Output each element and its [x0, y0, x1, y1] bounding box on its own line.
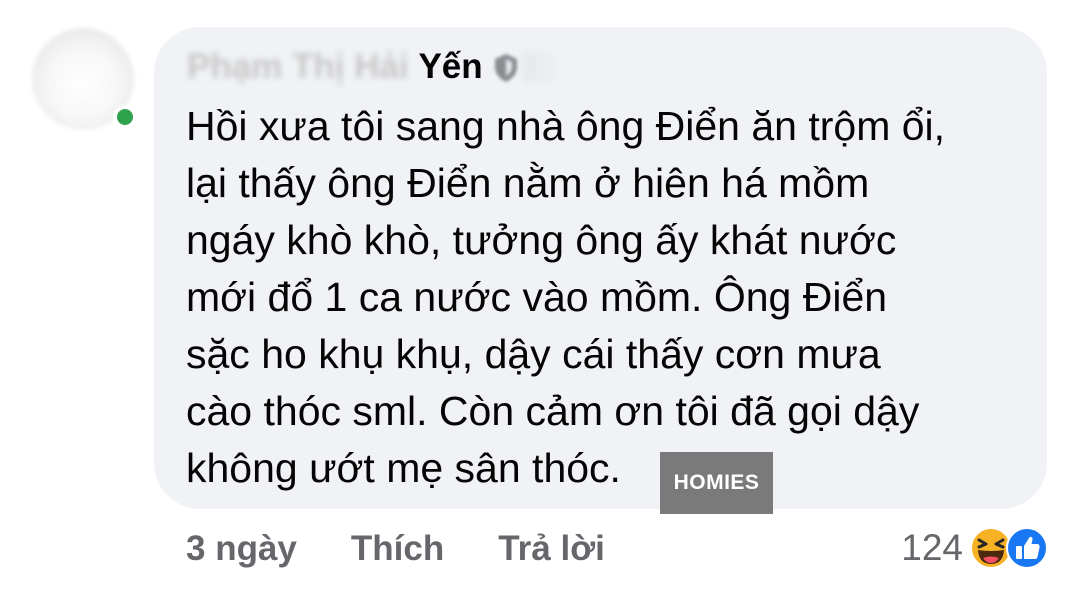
comment-line: cào thóc sml. Còn cảm ơn tôi đã gọi dậy — [186, 388, 920, 434]
comment-line: mới đổ 1 ca nước vào mồm. Ông Điển — [186, 274, 888, 320]
reaction-count: 124 — [901, 527, 963, 568]
shield-icon — [493, 52, 519, 82]
comment-line: ngáy khò khò, tưởng ông ấy khát nước — [186, 217, 897, 263]
comment-line: Hồi xưa tôi sang nhà ông Điển ăn trộm ổi… — [186, 103, 946, 149]
author-badge-blurred — [522, 52, 563, 82]
reply-button[interactable]: Trả lời — [498, 529, 605, 569]
comment-line: lại thấy ông Điển nằm ở hiên há mồm — [186, 160, 870, 206]
online-status-dot — [113, 105, 137, 129]
comment-line: sặc ho khụ khụ, dậy cái thấy cơn mưa — [186, 331, 881, 377]
watermark: HOMIES — [660, 452, 773, 514]
reaction-summary[interactable]: 124 — [901, 522, 1049, 574]
comment-author[interactable]: Phạm Thị Hải Yến — [187, 44, 563, 90]
comment-text: Hồi xưa tôi sang nhà ông Điển ăn trộm ổi… — [186, 98, 1036, 497]
author-name-blurred: Phạm Thị Hải — [187, 47, 409, 86]
comment-line: không ướt mẹ sân thóc. — [186, 445, 621, 491]
like-icon — [1005, 526, 1049, 570]
comment-actions: 3 ngày Thích Trả lời — [186, 525, 605, 573]
author-name-visible: Yến — [418, 47, 483, 86]
like-button[interactable]: Thích — [351, 529, 444, 569]
comment-timestamp[interactable]: 3 ngày — [186, 529, 297, 569]
